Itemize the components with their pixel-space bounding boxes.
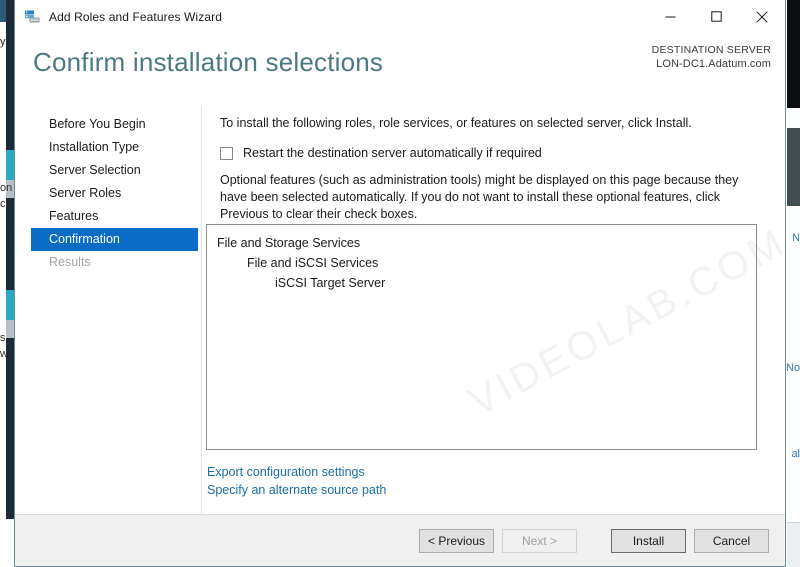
background-window-right: N No al [785, 0, 800, 567]
background-text-fragment: ck [0, 198, 11, 210]
background-slate-panel [787, 128, 800, 206]
destination-server-block: DESTINATION SERVER LON-DC1.Adatum.com [652, 43, 771, 71]
background-dark-panel [787, 0, 800, 108]
wizard-footer: < Previous Next > Install Cancel [15, 514, 785, 566]
server-manager-icon [24, 8, 41, 25]
cancel-button[interactable]: Cancel [694, 528, 769, 553]
sidebar-item-results: Results [49, 255, 91, 269]
sidebar-item-features[interactable]: Features [31, 205, 197, 228]
background-tile [6, 150, 14, 180]
add-roles-and-features-wizard-window: Add Roles and Features Wizard Confirm in… [14, 0, 786, 567]
intro-text: To install the following roles, role ser… [220, 116, 692, 130]
export-configuration-settings-link[interactable]: Export configuration settings [207, 463, 386, 481]
sidebar-item-server-roles[interactable]: Server Roles [31, 182, 197, 205]
background-footer-strip [787, 522, 800, 567]
restart-checkbox-label: Restart the destination server automatic… [243, 146, 542, 160]
destination-server-label: DESTINATION SERVER [651, 44, 771, 56]
background-nav-strip [6, 0, 14, 519]
background-window-left: y on ck s w [0, 0, 14, 567]
background-titlebar-strip [0, 0, 6, 22]
action-links: Export configuration settings Specify an… [207, 463, 386, 499]
wizard-content-pane: To install the following roles, role ser… [202, 105, 785, 514]
close-icon[interactable] [739, 0, 785, 33]
sidebar-item-confirmation[interactable]: Confirmation [31, 228, 198, 251]
background-text-fragment: y [0, 36, 6, 48]
sidebar-item-before-you-begin[interactable]: Before You Begin [31, 113, 197, 136]
page-title: Confirm installation selections [33, 47, 384, 77]
wizard-body: Before You Begin Installation Type Serve… [15, 105, 785, 514]
window-title: Add Roles and Features Wizard [49, 9, 222, 24]
background-tile [6, 290, 14, 320]
list-item[interactable]: File and iSCSI Services [213, 253, 750, 273]
optional-features-note: Optional features (such as administratio… [220, 173, 739, 221]
background-text-fragment: No [785, 362, 800, 374]
list-item[interactable]: iSCSI Target Server [213, 273, 750, 293]
window-controls [647, 0, 785, 33]
previous-button[interactable]: < Previous [419, 528, 494, 553]
selected-features-listbox[interactable]: File and Storage Services File and iSCSI… [206, 224, 757, 450]
background-text-fragment: s [0, 332, 6, 344]
background-text-fragment: w [0, 348, 8, 360]
destination-server-name: LON-DC1.Adatum.com [656, 58, 771, 70]
wizard-step-navigation: Before You Begin Installation Type Serve… [15, 105, 202, 514]
background-tile [6, 320, 14, 338]
background-text-fragment: N [792, 232, 800, 244]
install-button[interactable]: Install [611, 528, 686, 553]
sidebar-item-server-selection[interactable]: Server Selection [31, 159, 197, 182]
specify-alternate-source-path-link[interactable]: Specify an alternate source path [207, 481, 386, 499]
sidebar-item-installation-type[interactable]: Installation Type [31, 136, 197, 159]
next-button: Next > [502, 528, 577, 553]
background-text-fragment: al [791, 448, 800, 460]
background-text-fragment: on [0, 182, 13, 194]
list-item[interactable]: File and Storage Services [213, 233, 750, 253]
restart-checkbox[interactable] [220, 147, 233, 160]
maximize-icon[interactable] [693, 0, 739, 33]
window-titlebar[interactable]: Add Roles and Features Wizard [15, 0, 785, 33]
wizard-header: Confirm installation selections DESTINAT… [15, 33, 785, 105]
restart-checkbox-row[interactable]: Restart the destination server automatic… [220, 146, 769, 160]
minimize-icon[interactable] [647, 0, 693, 33]
